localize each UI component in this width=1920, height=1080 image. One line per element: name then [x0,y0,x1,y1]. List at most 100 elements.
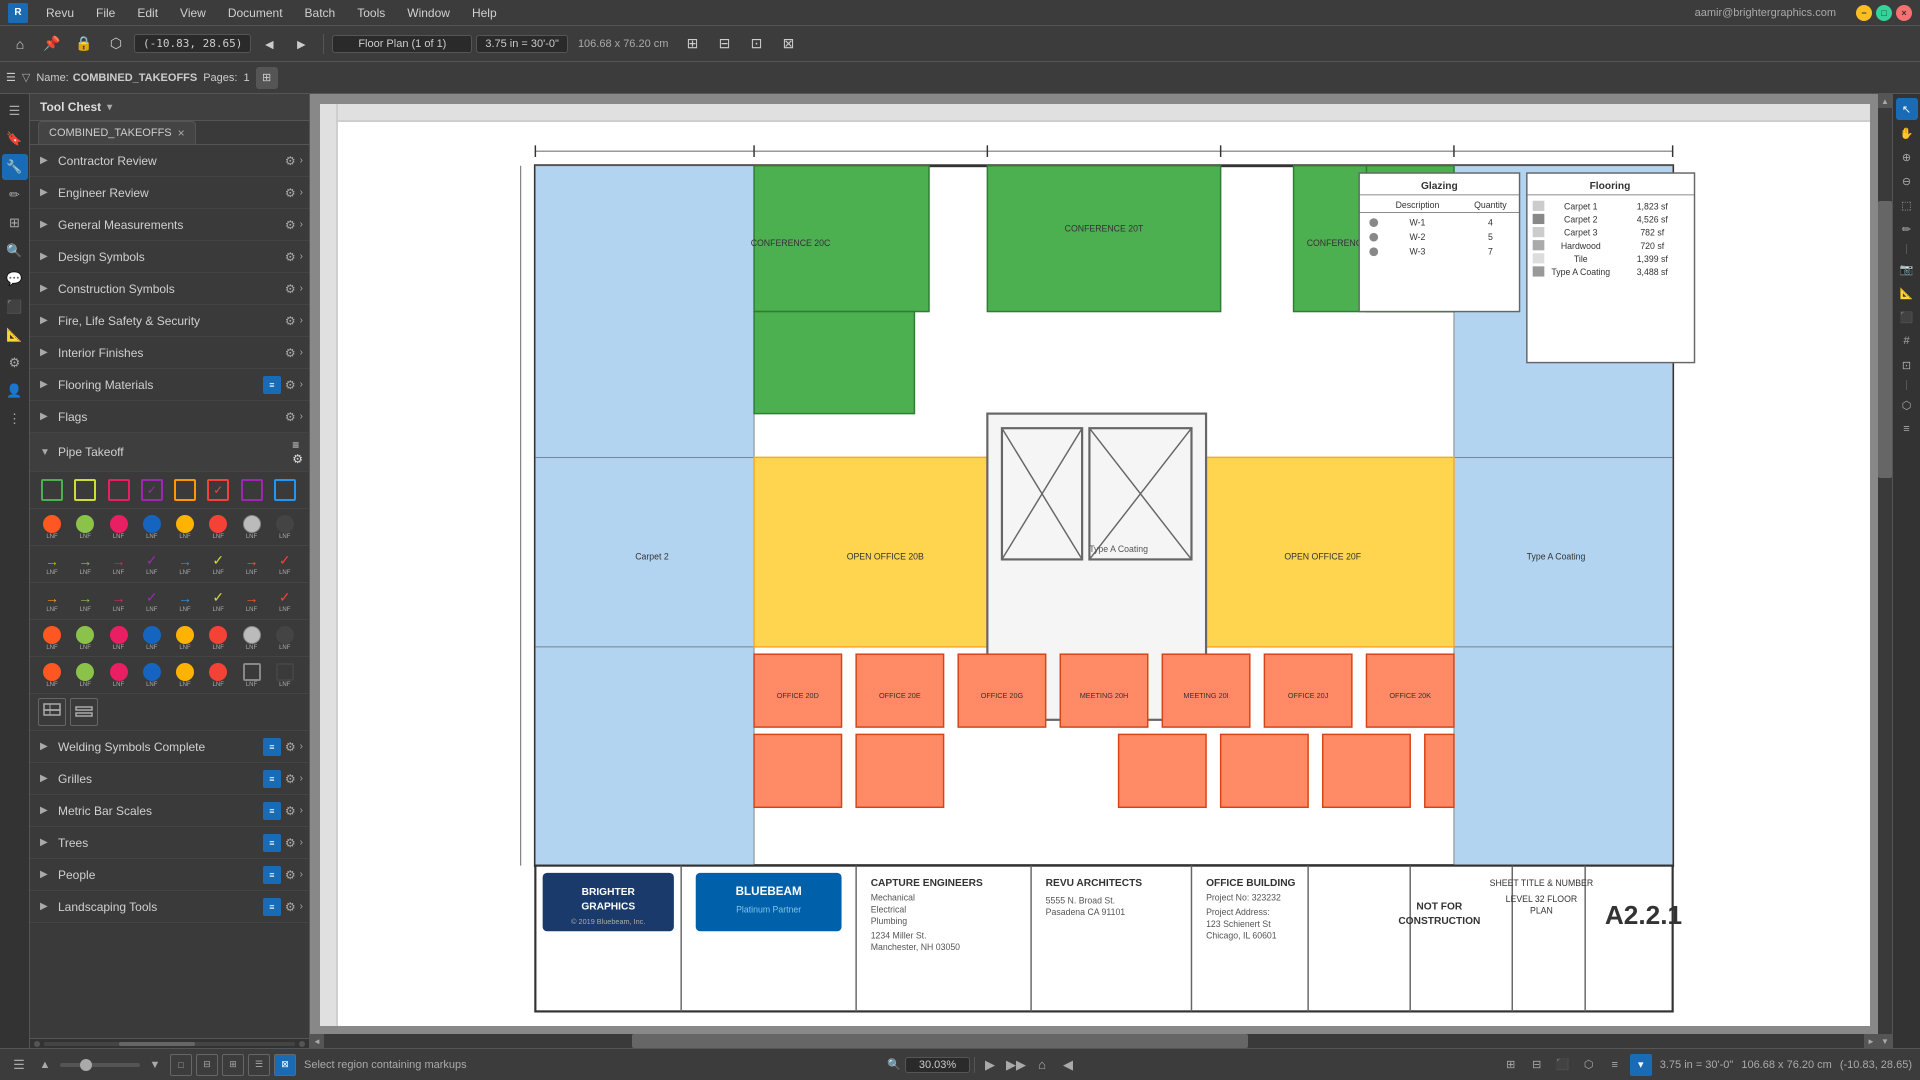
tc-item-design-symbols[interactable]: ▶ Design Symbols ⚙ › [30,241,309,273]
swatch-item[interactable]: → LNF [238,587,266,615]
rail-icon-measurements[interactable]: 📐 [2,322,28,348]
engineer-gear-icon[interactable]: ⚙ [285,186,296,200]
swatch-item[interactable]: LNF [71,624,99,652]
swatch-item[interactable]: → LNF [105,587,133,615]
swatch-item[interactable]: LNF [171,661,199,689]
toolbar-home-btn[interactable]: ⌂ [6,30,34,58]
swatch-item[interactable]: LNF [138,661,166,689]
toolbar2-copy-btn[interactable]: ⊞ [256,67,278,89]
panel-tab-close[interactable]: × [178,126,185,140]
cols-btn[interactable]: ⊞ [222,1054,244,1076]
grilles-gear-icon[interactable]: ⚙ [285,772,296,786]
rail-icon-markups[interactable]: ⬛ [2,294,28,320]
design-sym-gear-icon[interactable]: ⚙ [285,250,296,264]
toolbar-grid-btn[interactable]: ⊟ [710,30,738,58]
menu-window[interactable]: Window [397,4,460,22]
swatch-item[interactable]: ✓ LNF [204,587,232,615]
scroll-track-h[interactable] [324,1034,1864,1048]
swatch-item[interactable]: LNF [138,624,166,652]
tc-item-engineer-review[interactable]: ▶ Engineer Review ⚙ › [30,177,309,209]
swatch-item[interactable]: LNF [204,624,232,652]
studio-icon[interactable]: ⬡ [1578,1054,1600,1076]
tc-item-people[interactable]: ▶ People ≡ ⚙ › [30,859,309,891]
landscaping-gear-icon[interactable]: ⚙ [285,900,296,914]
swatch-item[interactable] [71,476,99,504]
markup-list-icon[interactable]: ≡ [1604,1054,1626,1076]
right-icon-snapshot[interactable]: 📷 [1896,258,1918,280]
swatch-item[interactable]: LNF [38,661,66,689]
right-icon-zoom-in[interactable]: ⊕ [1896,146,1918,168]
welding-gear-icon[interactable]: ⚙ [285,740,296,754]
tc-item-metric-bar-scales[interactable]: ▶ Metric Bar Scales ≡ ⚙ › [30,795,309,827]
rail-icon-comments[interactable]: 💬 [2,266,28,292]
swatch-item[interactable]: ✓ LNF [138,587,166,615]
toolbar-arrow-right[interactable]: ► [287,30,315,58]
scroll-thumb-v[interactable] [1878,201,1892,479]
rect-btn[interactable]: □ [170,1054,192,1076]
swatch-item[interactable]: LNF [38,624,66,652]
menu-document[interactable]: Document [218,4,293,22]
swatch-item[interactable]: LNF [204,661,232,689]
scroll-thumb[interactable] [119,1042,194,1046]
right-icon-pointer[interactable]: ↖ [1896,98,1918,120]
blueprint-container[interactable]: CONFERENCE 20C CONFERENCE 20T CONFERENCE… [320,104,1870,1026]
swatch-item[interactable]: LNF [238,661,266,689]
maximize-button[interactable]: □ [1876,5,1892,21]
minimize-button[interactable]: − [1856,5,1872,21]
tc-item-landscaping-tools[interactable]: ▶ Landscaping Tools ≡ ⚙ › [30,891,309,923]
rail-icon-bookmarks[interactable]: 🔖 [2,126,28,152]
swatch-list[interactable] [70,698,98,726]
menu-revu[interactable]: Revu [36,4,84,22]
rail-icon-signatures[interactable]: ✏ [2,182,28,208]
rail-icon-more[interactable]: ⋮ [2,406,28,432]
gen-meas-gear-icon[interactable]: ⚙ [285,218,296,232]
swatch-item[interactable]: → LNF [105,550,133,578]
scroll-track[interactable] [44,1042,295,1046]
single-view-icon[interactable]: ⬛ [1552,1054,1574,1076]
canvas-horizontal-scrollbar[interactable]: ◄ ► [310,1034,1878,1048]
scroll-down-btn[interactable]: ▼ [1878,1034,1892,1048]
right-icon-pan[interactable]: ✋ [1896,122,1918,144]
swatch-item[interactable]: LNF [105,513,133,541]
triangle-up-btn[interactable]: ▲ [34,1054,56,1076]
tc-item-fire-life-safety[interactable]: ▶ Fire, Life Safety & Security ⚙ › [30,305,309,337]
right-icon-marquee[interactable]: ⬚ [1896,194,1918,216]
zoom-slider[interactable] [60,1063,140,1067]
trees-gear-icon[interactable]: ⚙ [285,836,296,850]
scroll-right-icon[interactable] [299,1041,305,1047]
tc-item-construction-symbols[interactable]: ▶ Construction Symbols ⚙ › [30,273,309,305]
swatch-item[interactable]: → LNF [38,587,66,615]
nav-prev-btn[interactable]: ◀ [1057,1054,1079,1076]
rail-icon-layers[interactable]: ⊞ [2,210,28,236]
swatch-item[interactable]: → LNF [238,550,266,578]
swatch-item[interactable]: ✓ [138,476,166,504]
rail-icon-toolchest[interactable]: 🔧 [2,154,28,180]
right-icon-area[interactable]: ⬛ [1896,306,1918,328]
swatch-item[interactable]: → LNF [171,550,199,578]
right-icon-3d[interactable]: ⬡ [1896,394,1918,416]
metric-gear-icon[interactable]: ⚙ [285,804,296,818]
pipe-gear-icon[interactable]: ⚙ [292,452,303,466]
flooring-gear-icon[interactable]: ⚙ [285,378,296,392]
right-icon-compare[interactable]: ≡ [1896,418,1918,440]
tc-item-welding-symbols[interactable]: ▶ Welding Symbols Complete ≡ ⚙ › [30,731,309,763]
swatch-item[interactable]: LNF [238,624,266,652]
home-btn[interactable]: ⌂ [1031,1054,1053,1076]
grid-view-icon[interactable]: ⊞ [1500,1054,1522,1076]
swatch-item[interactable]: LNF [71,513,99,541]
toolbar-copy-btn[interactable]: ⊞ [678,30,706,58]
swatch-item[interactable]: LNF [105,624,133,652]
swatch-item[interactable]: → LNF [71,587,99,615]
tc-item-flags[interactable]: ▶ Flags ⚙ › [30,401,309,433]
swatch-item[interactable]: LNF [271,513,299,541]
people-gear-icon[interactable]: ⚙ [285,868,296,882]
swatch-item[interactable]: LNF [238,513,266,541]
triangle-down-btn[interactable]: ▼ [144,1054,166,1076]
rail-icon-users[interactable]: 👤 [2,378,28,404]
const-sym-gear-icon[interactable]: ⚙ [285,282,296,296]
swatch-item[interactable]: → LNF [171,587,199,615]
right-icon-calibrate[interactable]: ⊡ [1896,354,1918,376]
tc-item-general-measurements[interactable]: ▶ General Measurements ⚙ › [30,209,309,241]
toolbar-stamp-btn[interactable]: ⬡ [102,30,130,58]
right-icon-highlight[interactable]: ✏ [1896,218,1918,240]
